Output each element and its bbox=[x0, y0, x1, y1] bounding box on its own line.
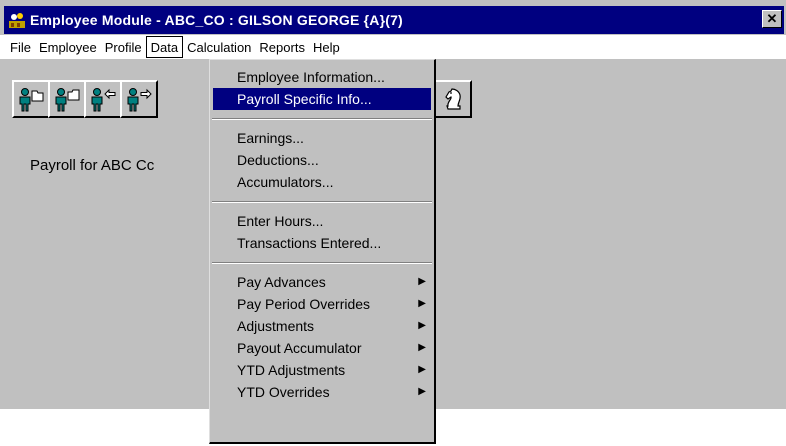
menu-item-label: YTD Adjustments bbox=[237, 362, 346, 378]
menu-help[interactable]: Help bbox=[309, 36, 344, 58]
menu-item-label: Pay Advances bbox=[237, 274, 326, 290]
menu-calculation[interactable]: Calculation bbox=[183, 36, 255, 58]
menu-item-pay-period-overrides[interactable]: Pay Period Overrides ▶ bbox=[210, 293, 434, 315]
menu-item-payroll-specific-info[interactable]: Payroll Specific Info... bbox=[213, 88, 431, 110]
menu-item-accumulators[interactable]: Accumulators... bbox=[210, 171, 434, 193]
employee-open-button[interactable] bbox=[12, 80, 50, 118]
menu-file[interactable]: File bbox=[6, 36, 35, 58]
payroll-label: Payroll for ABC Cc bbox=[30, 157, 155, 174]
employee-prev-button[interactable] bbox=[84, 80, 122, 118]
menu-bar: File Employee Profile Data Calculation R… bbox=[0, 35, 786, 59]
close-icon: ✕ bbox=[766, 11, 778, 26]
menu-reports[interactable]: Reports bbox=[255, 36, 309, 58]
menu-item-ytd-adjustments[interactable]: YTD Adjustments ▶ bbox=[210, 359, 434, 381]
chess-knight-icon bbox=[445, 88, 461, 110]
employee-next-icon bbox=[127, 88, 152, 112]
toolbar bbox=[12, 80, 158, 118]
submenu-arrow-icon: ▶ bbox=[418, 298, 426, 309]
submenu-arrow-icon: ▶ bbox=[418, 364, 426, 375]
employee-save-button[interactable] bbox=[48, 80, 86, 118]
submenu-arrow-icon: ▶ bbox=[418, 342, 426, 353]
menu-item-employee-information[interactable]: Employee Information... bbox=[210, 66, 434, 88]
menu-item-adjustments[interactable]: Adjustments ▶ bbox=[210, 315, 434, 337]
app-icon bbox=[9, 13, 25, 28]
employee-open-icon bbox=[19, 88, 44, 112]
menu-data[interactable]: Data bbox=[145, 36, 184, 58]
menu-item-payout-accumulator[interactable]: Payout Accumulator ▶ bbox=[210, 337, 434, 359]
menu-item-label: Pay Period Overrides bbox=[237, 296, 371, 312]
menu-separator bbox=[212, 262, 432, 264]
menu-item-earnings[interactable]: Earnings... bbox=[210, 127, 434, 149]
menu-separator bbox=[212, 201, 432, 203]
menu-item-enter-hours[interactable]: Enter Hours... bbox=[210, 210, 434, 232]
menu-item-label: YTD Overrides bbox=[237, 384, 330, 400]
menu-employee[interactable]: Employee bbox=[35, 36, 101, 58]
submenu-arrow-icon: ▶ bbox=[418, 276, 426, 287]
employee-next-button[interactable] bbox=[120, 80, 158, 118]
menu-item-deductions[interactable]: Deductions... bbox=[210, 149, 434, 171]
menu-item-ytd-overrides[interactable]: YTD Overrides ▶ bbox=[210, 381, 434, 403]
employee-save-icon bbox=[55, 88, 80, 112]
menu-item-label: Adjustments bbox=[237, 318, 315, 334]
data-dropdown-menu: Employee Information... Payroll Specific… bbox=[209, 59, 436, 444]
help-knight-button[interactable] bbox=[434, 80, 472, 118]
menu-item-transactions-entered[interactable]: Transactions Entered... bbox=[210, 232, 434, 254]
window-title: Employee Module - ABC_CO : GILSON GEORGE… bbox=[30, 12, 403, 28]
close-button[interactable]: ✕ bbox=[762, 10, 782, 28]
menu-item-label: Payout Accumulator bbox=[237, 340, 362, 356]
title-bar[interactable]: Employee Module - ABC_CO : GILSON GEORGE… bbox=[4, 6, 784, 34]
menu-profile[interactable]: Profile bbox=[101, 36, 146, 58]
menu-item-pay-advances[interactable]: Pay Advances ▶ bbox=[210, 271, 434, 293]
employee-prev-icon bbox=[91, 88, 116, 112]
menu-separator bbox=[212, 118, 432, 120]
submenu-arrow-icon: ▶ bbox=[418, 386, 426, 397]
submenu-arrow-icon: ▶ bbox=[418, 320, 426, 331]
